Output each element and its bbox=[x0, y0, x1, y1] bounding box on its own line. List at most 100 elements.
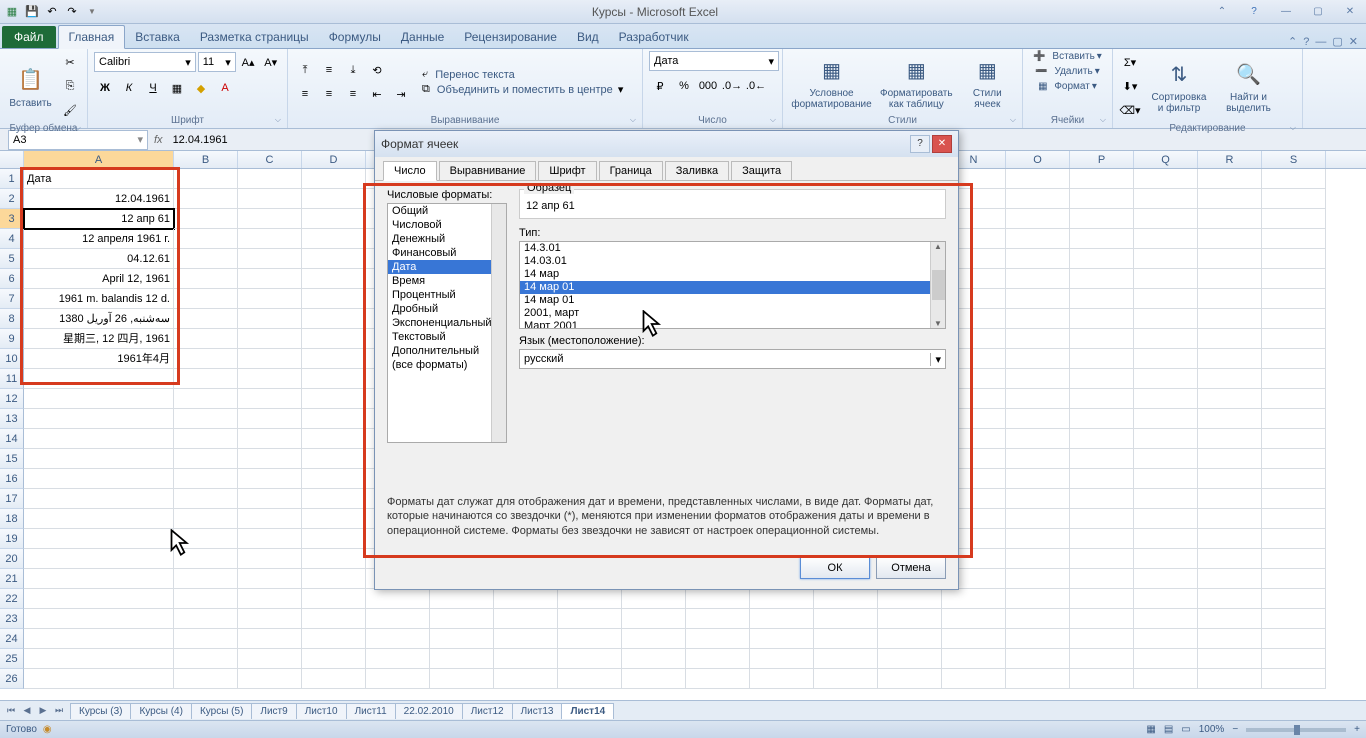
zoom-out-icon[interactable]: − bbox=[1232, 724, 1238, 735]
row-header[interactable]: 22 bbox=[0, 589, 24, 609]
tab-formulas[interactable]: Формулы bbox=[319, 26, 391, 48]
cell[interactable] bbox=[494, 649, 558, 669]
delete-cells-button[interactable]: ➖ Удалить▾ bbox=[1035, 66, 1099, 77]
cell[interactable] bbox=[1198, 549, 1262, 569]
cell[interactable] bbox=[1262, 669, 1326, 689]
row-header[interactable]: 5 bbox=[0, 249, 24, 269]
cell[interactable] bbox=[942, 669, 1006, 689]
align-top-icon[interactable]: ⤒ bbox=[294, 59, 316, 81]
cell[interactable] bbox=[238, 569, 302, 589]
cell[interactable] bbox=[24, 669, 174, 689]
cell[interactable] bbox=[814, 649, 878, 669]
cell[interactable] bbox=[1262, 329, 1326, 349]
cell[interactable] bbox=[1262, 589, 1326, 609]
cell[interactable] bbox=[1006, 529, 1070, 549]
minimize-icon[interactable]: — bbox=[1274, 4, 1298, 20]
type-item[interactable]: 14 мар bbox=[520, 268, 945, 281]
column-header[interactable]: C bbox=[238, 151, 302, 168]
cell[interactable] bbox=[1070, 289, 1134, 309]
cell[interactable]: 1961年4月 bbox=[24, 349, 174, 369]
save-icon[interactable]: 💾 bbox=[24, 4, 40, 20]
cell[interactable] bbox=[1006, 449, 1070, 469]
cell[interactable] bbox=[1134, 669, 1198, 689]
cell[interactable] bbox=[238, 509, 302, 529]
cell[interactable] bbox=[1198, 469, 1262, 489]
dialog-tab[interactable]: Шрифт bbox=[538, 161, 596, 181]
percent-button[interactable]: % bbox=[673, 75, 695, 97]
cell[interactable] bbox=[24, 649, 174, 669]
cell[interactable] bbox=[174, 229, 238, 249]
cell[interactable] bbox=[1262, 509, 1326, 529]
row-header[interactable]: 1 bbox=[0, 169, 24, 189]
cell[interactable] bbox=[24, 449, 174, 469]
cell[interactable] bbox=[1006, 269, 1070, 289]
cell[interactable] bbox=[1134, 409, 1198, 429]
cell[interactable] bbox=[1262, 489, 1326, 509]
row-header[interactable]: 19 bbox=[0, 529, 24, 549]
undo-icon[interactable]: ↶ bbox=[44, 4, 60, 20]
cell-styles-button[interactable]: ▦Стили ячеек bbox=[959, 52, 1016, 112]
copy-icon[interactable]: ⎘ bbox=[59, 75, 81, 97]
type-item[interactable]: 14.3.01 bbox=[520, 242, 945, 255]
zoom-in-icon[interactable]: + bbox=[1354, 724, 1360, 735]
dialog-title-bar[interactable]: Формат ячеек ? ✕ bbox=[375, 131, 958, 157]
conditional-formatting-button[interactable]: ▦Условное форматирование bbox=[789, 52, 874, 112]
cell[interactable] bbox=[366, 589, 430, 609]
category-item[interactable]: Время bbox=[388, 274, 506, 288]
cell[interactable] bbox=[1134, 389, 1198, 409]
cell[interactable] bbox=[1070, 609, 1134, 629]
cell[interactable] bbox=[622, 649, 686, 669]
cell[interactable] bbox=[942, 589, 1006, 609]
tab-view[interactable]: Вид bbox=[567, 26, 609, 48]
cell[interactable] bbox=[302, 509, 366, 529]
cell[interactable] bbox=[1198, 269, 1262, 289]
cell[interactable] bbox=[1262, 609, 1326, 629]
cell[interactable] bbox=[238, 189, 302, 209]
type-item[interactable]: Март 2001 bbox=[520, 320, 945, 329]
dialog-tab[interactable]: Граница bbox=[599, 161, 663, 181]
cell[interactable] bbox=[1134, 549, 1198, 569]
cell[interactable] bbox=[1262, 209, 1326, 229]
cell[interactable] bbox=[750, 609, 814, 629]
row-header[interactable]: 26 bbox=[0, 669, 24, 689]
cell[interactable]: 12 апреля 1961 г. bbox=[24, 229, 174, 249]
cell[interactable] bbox=[942, 609, 1006, 629]
font-size-combo[interactable]: 11▾ bbox=[198, 52, 236, 72]
cell[interactable] bbox=[238, 449, 302, 469]
next-sheet-icon[interactable]: ▶ bbox=[36, 705, 50, 716]
cell[interactable] bbox=[1070, 369, 1134, 389]
cell[interactable] bbox=[622, 609, 686, 629]
find-select-button[interactable]: 🔍Найти и выделить bbox=[1217, 56, 1280, 116]
cell[interactable] bbox=[1006, 389, 1070, 409]
cell[interactable] bbox=[174, 329, 238, 349]
cell[interactable] bbox=[302, 649, 366, 669]
cell[interactable] bbox=[1262, 289, 1326, 309]
prev-sheet-icon[interactable]: ◀ bbox=[20, 705, 34, 716]
cell[interactable] bbox=[1262, 649, 1326, 669]
cell[interactable] bbox=[430, 669, 494, 689]
cell[interactable] bbox=[750, 589, 814, 609]
cell[interactable] bbox=[238, 369, 302, 389]
cell[interactable] bbox=[1198, 489, 1262, 509]
cell[interactable] bbox=[1134, 589, 1198, 609]
cell[interactable] bbox=[238, 549, 302, 569]
cell[interactable] bbox=[1134, 249, 1198, 269]
last-sheet-icon[interactable]: ⏭ bbox=[52, 705, 66, 716]
cell[interactable] bbox=[174, 309, 238, 329]
sheet-tab[interactable]: Лист9 bbox=[251, 703, 296, 719]
cell[interactable] bbox=[302, 169, 366, 189]
cell[interactable] bbox=[1262, 369, 1326, 389]
cell[interactable] bbox=[174, 549, 238, 569]
underline-button[interactable]: Ч bbox=[142, 77, 164, 99]
cell[interactable] bbox=[366, 629, 430, 649]
cell[interactable]: 04.12.61 bbox=[24, 249, 174, 269]
cell[interactable] bbox=[622, 589, 686, 609]
cell[interactable] bbox=[366, 609, 430, 629]
ok-button[interactable]: ОК bbox=[800, 557, 870, 579]
cell[interactable] bbox=[174, 389, 238, 409]
cut-icon[interactable]: ✂ bbox=[59, 51, 81, 73]
cell[interactable] bbox=[24, 549, 174, 569]
cell[interactable] bbox=[174, 609, 238, 629]
tab-page-layout[interactable]: Разметка страницы bbox=[190, 26, 319, 48]
cell[interactable] bbox=[1006, 409, 1070, 429]
